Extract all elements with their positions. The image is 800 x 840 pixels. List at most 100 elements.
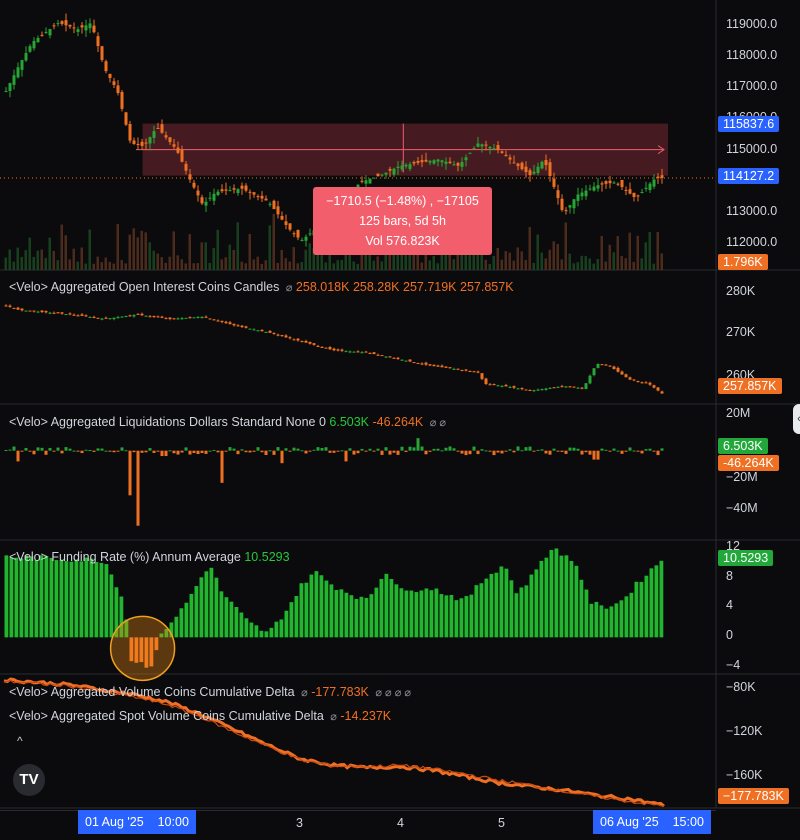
cvd-legend[interactable]: <Velo> Aggregated Volume Coins Cumulativ… (9, 685, 411, 699)
price-candle (644, 187, 648, 189)
liquidation-bar (8, 449, 12, 451)
price-candle (260, 195, 264, 199)
tradingview-logo-icon[interactable]: TV (13, 764, 45, 796)
oi-candle (96, 317, 100, 319)
liquidation-bar (24, 447, 28, 451)
volume-bar (532, 262, 535, 270)
price-candle (160, 124, 164, 133)
oi-candle (320, 346, 324, 348)
price-candle (44, 32, 48, 34)
oi-candle (484, 378, 488, 384)
oi-candle (504, 385, 508, 387)
liquidation-bar (228, 447, 232, 451)
visibility-icon[interactable]: ⌀ (286, 282, 293, 294)
liquidation-bar (648, 448, 652, 451)
price-candle (368, 178, 372, 184)
price-axis-label: 113000.0 (726, 204, 778, 218)
expand-panel-icon[interactable]: ‹ (793, 404, 800, 434)
oi-candle (652, 385, 656, 388)
volume-bar (452, 259, 455, 270)
liquidation-bar (616, 450, 620, 452)
volume-bar (584, 256, 587, 270)
funding-bar (479, 583, 484, 638)
collapse-caret-icon[interactable]: ^ (17, 734, 23, 748)
oi-candle (360, 352, 364, 354)
price-candle (584, 190, 588, 197)
oi-candle (568, 386, 572, 388)
liquidation-bar (264, 450, 268, 456)
liquidation-bar (196, 450, 200, 455)
oi-candle (68, 313, 72, 315)
price-candle (148, 137, 152, 144)
oi-candle (292, 339, 296, 341)
funding-bar (259, 630, 264, 638)
volume-bar (496, 247, 499, 270)
liquidation-bar (212, 449, 216, 451)
liquidation-bar (344, 450, 348, 462)
price-candle (432, 160, 436, 164)
volume-bar (300, 261, 303, 270)
volume-bar (548, 249, 551, 270)
volume-bar (512, 260, 515, 270)
liquidation-bar (628, 447, 632, 451)
oi-candle (436, 365, 440, 367)
liquidation-bar (96, 448, 100, 451)
liquidation-bar (400, 446, 404, 451)
price-candle (104, 61, 108, 72)
volume-bar (20, 256, 23, 270)
liquidation-bar (84, 449, 88, 451)
funding-bar (39, 555, 44, 638)
liquidation-bar (256, 447, 260, 451)
funding-bar (424, 588, 429, 638)
funding-bar (24, 555, 29, 638)
volume-bar (204, 242, 207, 270)
liquidation-bar (148, 448, 152, 451)
liquidation-bar (320, 448, 324, 451)
price-candle (404, 164, 408, 167)
visibility-icon[interactable]: ⌀ (301, 687, 308, 699)
oi-candle (544, 388, 548, 390)
price-candle (204, 201, 208, 206)
volume-bar (588, 258, 591, 270)
price-candle (452, 164, 456, 166)
price-candle (228, 190, 232, 192)
funding-legend[interactable]: <Velo> Funding Rate (%) Annum Average 10… (9, 550, 290, 564)
oi-candle (604, 364, 608, 366)
settings-icons[interactable]: ⌀ ⌀ ⌀ ⌀ (375, 687, 411, 699)
funding-bar (84, 557, 89, 638)
oi-candle (540, 389, 544, 391)
funding-bar (64, 561, 69, 638)
oi-candle (640, 382, 644, 384)
oi-candle (120, 316, 124, 318)
funding-bar (314, 571, 319, 638)
oi-candle (524, 389, 528, 391)
oi-candle (348, 351, 352, 353)
oi-candle (280, 335, 284, 337)
funding-bar (9, 557, 14, 638)
funding-tag: 10.5293 (718, 550, 774, 566)
oi-candle (116, 317, 120, 319)
spot-cvd-legend[interactable]: <Velo> Aggregated Spot Volume Coins Cumu… (9, 709, 391, 723)
price-candle (656, 176, 660, 179)
liquidation-bar (492, 450, 496, 456)
oi-candle (600, 364, 604, 366)
funding-bar (589, 603, 594, 638)
liquidation-bar (48, 447, 52, 451)
visibility-icon[interactable]: ⌀ ⌀ (430, 417, 446, 429)
oi-candle (44, 311, 48, 313)
liq-legend[interactable]: <Velo> Aggregated Liquidations Dollars S… (9, 415, 446, 429)
oi-legend[interactable]: <Velo> Aggregated Open Interest Coins Ca… (9, 280, 514, 294)
cvd-line (4, 679, 664, 807)
oi-candle (464, 369, 468, 371)
oi-candle (476, 371, 480, 373)
volume-bar (288, 261, 291, 270)
liquidation-bar (192, 450, 196, 453)
oi-candle (512, 386, 516, 388)
funding-bar (14, 557, 19, 638)
visibility-icon[interactable]: ⌀ (330, 711, 337, 723)
price-candle (112, 81, 116, 85)
price-candle (564, 210, 568, 212)
liquidation-bar (172, 450, 176, 454)
liquidation-bar (404, 450, 408, 452)
liquidation-bar (208, 450, 212, 452)
